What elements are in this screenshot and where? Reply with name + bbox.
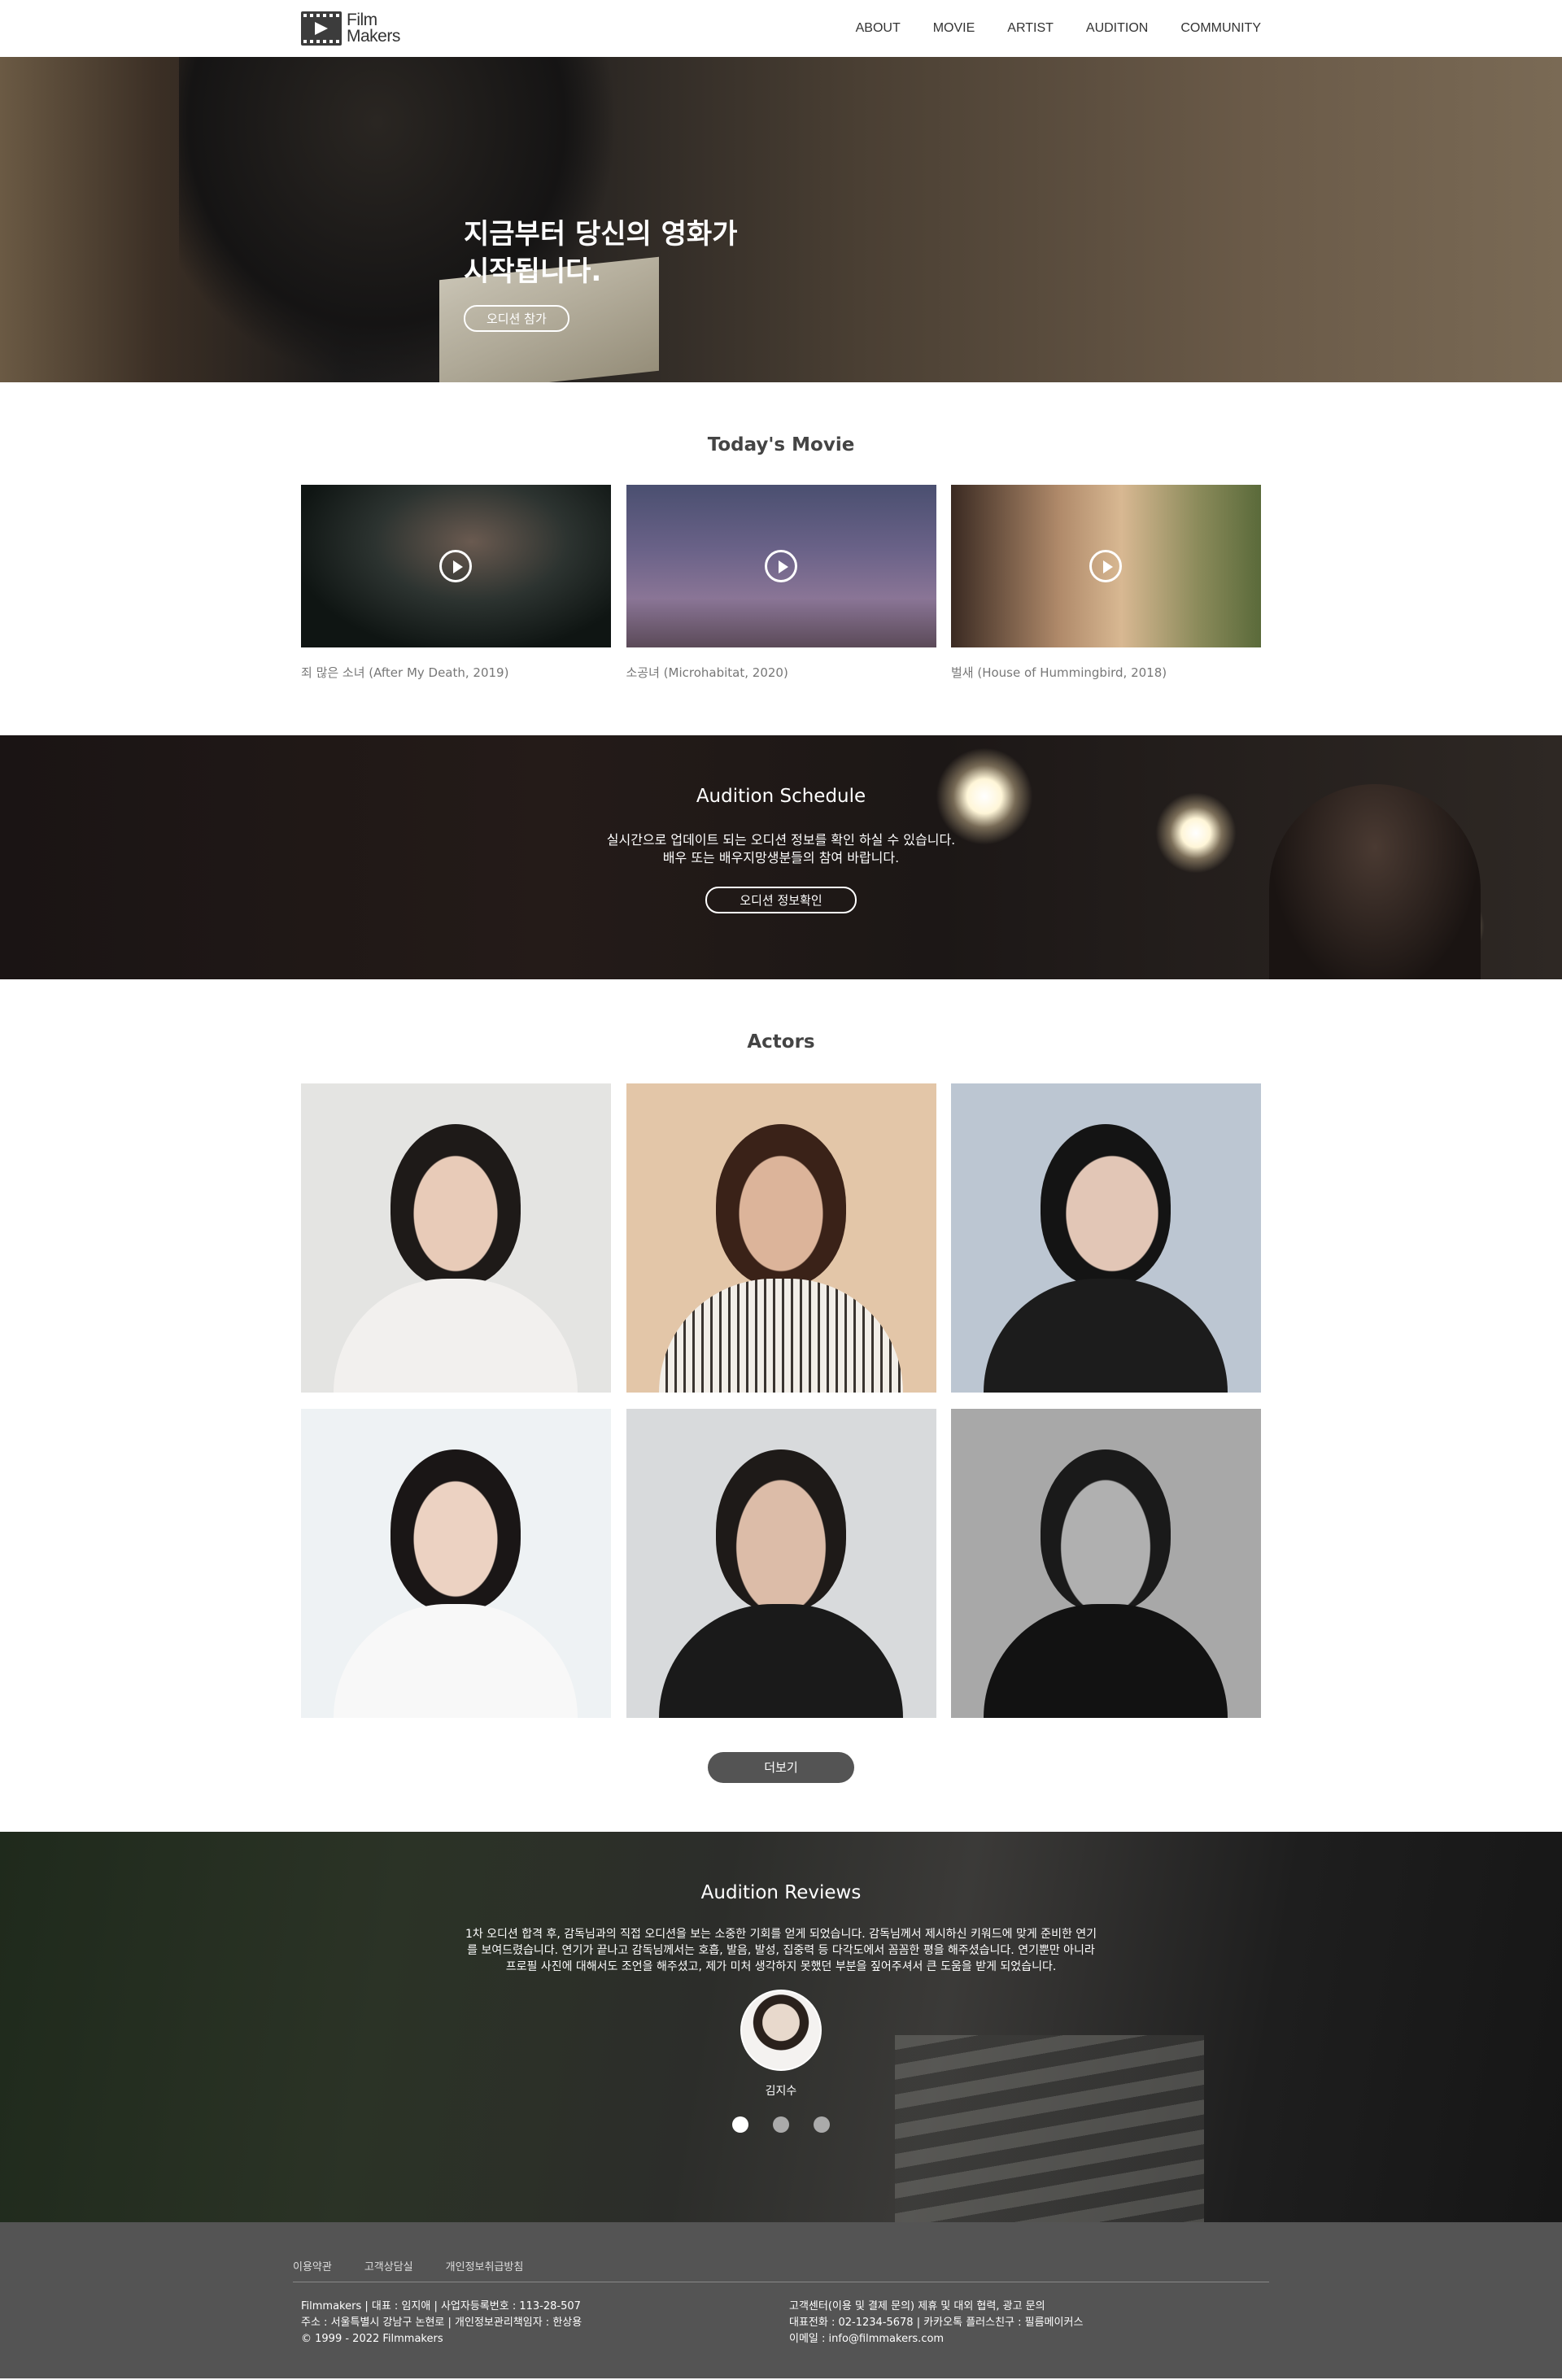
more-actors-button[interactable]: 더보기 [708,1752,854,1783]
movie-thumbnail[interactable] [951,485,1261,647]
schedule-text-1: 실시간으로 업데이트 되는 오디션 정보를 확인 하실 수 있습니다. [606,832,956,848]
movie-caption: 소공녀 (Microhabitat, 2020) [626,665,788,680]
movie-thumbnail[interactable] [301,485,611,647]
audition-join-button[interactable]: 오디션 참가 [464,305,569,332]
actors-section: Actors 더보기 [0,979,1562,1832]
reviews-title: Audition Reviews [700,1882,862,1903]
site-footer: 이용약관 고객상담실 개인정보취급방침 Filmmakers | 대표 : 임지… [0,2222,1562,2378]
review-dot-1[interactable] [732,2116,748,2133]
site-logo[interactable]: Film Makers [301,11,400,46]
play-icon[interactable] [1089,550,1122,582]
review-dot-3[interactable] [814,2116,830,2133]
play-icon[interactable] [764,550,797,582]
play-icon[interactable] [439,550,472,582]
schedule-title: Audition Schedule [696,786,866,807]
footer-company-info: Filmmakers | 대표 : 임지애 | 사업자등록번호 : 113-28… [301,2300,582,2345]
footer-link-privacy[interactable]: 개인정보취급방침 [446,2258,524,2273]
movie-thumbnail[interactable] [626,485,936,647]
movie-caption: 벌새 (House of Hummingbird, 2018) [951,665,1167,680]
movie-card[interactable]: 죄 많은 소녀 (After My Death, 2019) [301,485,611,681]
reviewer-avatar [740,1990,822,2071]
movie-caption: 죄 많은 소녀 (After My Death, 2019) [301,665,509,680]
audition-reviews-section: Audition Reviews 1차 오디션 합격 후, 감독님과의 직접 오… [0,1832,1562,2222]
logo-text: Film Makers [347,11,400,46]
movie-card[interactable]: 벌새 (House of Hummingbird, 2018) [951,485,1261,681]
audition-schedule-section: Audition Schedule 실시간으로 업데이트 되는 오디션 정보를 … [0,735,1562,979]
review-text: 1차 오디션 합격 후, 감독님과의 직접 오디션을 보는 소중한 기회를 얻게… [465,1928,1097,1973]
reviewer-name: 김지수 [765,2085,797,2098]
todays-movie-title: Today's Movie [707,434,855,456]
nav-community[interactable]: COMMUNITY [1180,21,1261,36]
footer-contact-info: 고객센터(이용 및 결제 문의) 제휴 및 대외 협력, 광고 문의 대표전화 … [789,2300,1084,2345]
footer-links: 이용약관 고객상담실 개인정보취급방침 [293,2258,1269,2282]
actor-photo[interactable] [301,1083,611,1393]
movie-card[interactable]: 소공녀 (Microhabitat, 2020) [626,485,936,681]
nav-about[interactable]: ABOUT [856,21,901,36]
main-nav: ABOUT MOVIE ARTIST AUDITION COMMUNITY [856,21,1261,36]
site-header: Film Makers ABOUT MOVIE ARTIST AUDITION C… [0,0,1562,57]
nav-artist[interactable]: ARTIST [1007,21,1054,36]
actor-photo[interactable] [626,1409,936,1718]
actor-photo[interactable] [951,1409,1261,1718]
schedule-text-2: 배우 또는 배우지망생분들의 참여 바랍니다. [662,850,900,865]
film-logo-icon [301,11,342,46]
nav-audition[interactable]: AUDITION [1086,21,1148,36]
actor-photo[interactable] [626,1083,936,1393]
hero-banner: 지금부터 당신의 영화가 시작됩니다. 오디션 참가 [0,57,1562,382]
review-pagination [0,2116,1562,2133]
hero-title: 지금부터 당신의 영화가 시작됩니다. [464,218,738,288]
actors-title: Actors [747,1031,815,1053]
actor-photo[interactable] [301,1409,611,1718]
actor-photo[interactable] [951,1083,1261,1393]
footer-link-support[interactable]: 고객상담실 [364,2258,413,2273]
todays-movie-section: Today's Movie 죄 많은 소녀 (After My Death, 2… [0,382,1562,735]
audition-info-button[interactable]: 오디션 정보확인 [705,887,857,913]
nav-movie[interactable]: MOVIE [933,21,975,36]
footer-link-terms[interactable]: 이용약관 [293,2258,332,2273]
review-dot-2[interactable] [773,2116,789,2133]
